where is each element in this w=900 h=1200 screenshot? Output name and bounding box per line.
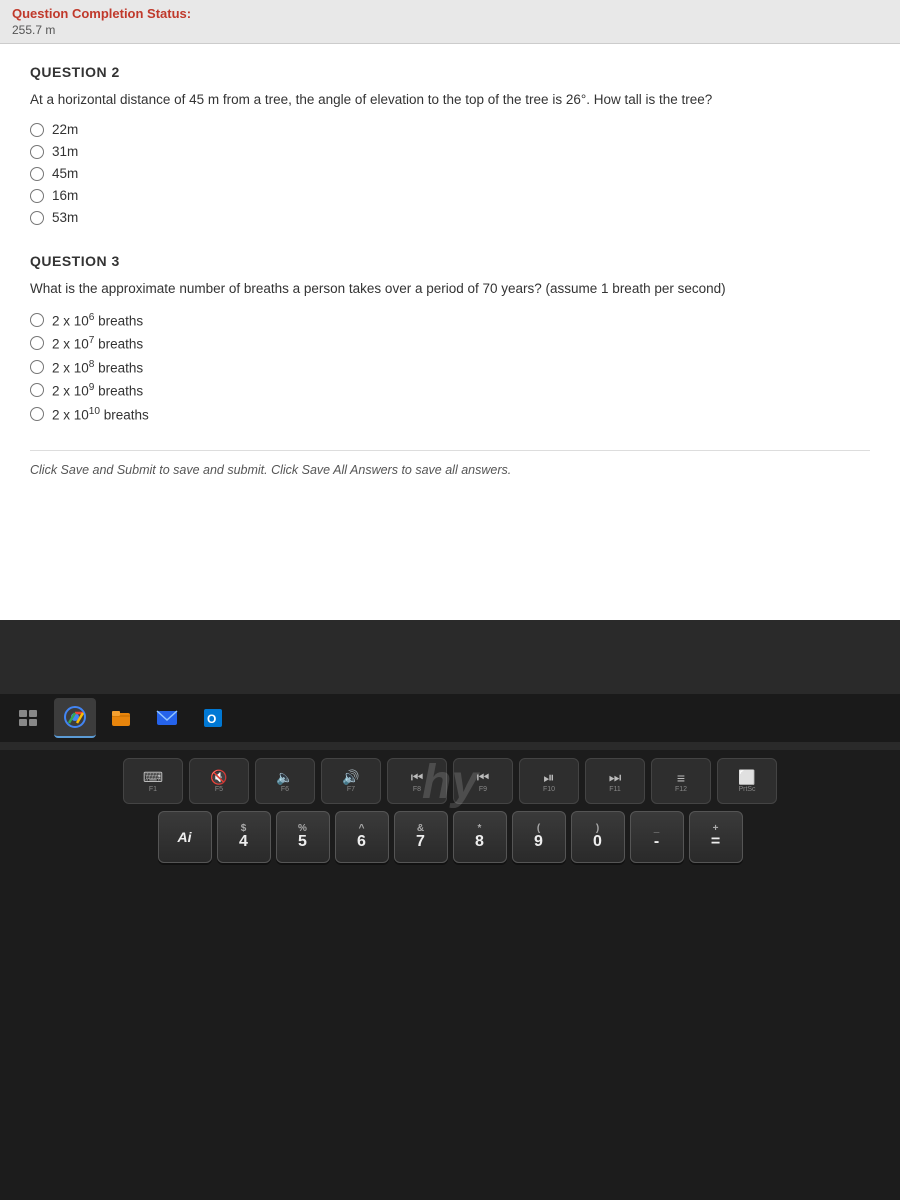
q3-radio-5[interactable] [30,407,44,421]
q2-label-2: 31m [52,144,78,159]
q3-radio-2[interactable] [30,336,44,350]
fn-key-row: ⌨ F1 🔇 F5 🔈 F6 🔊 F7 ⏮ F8 ⏮ F9 ⏯ F10 ⏭ [0,750,900,808]
taskbar: O [0,694,900,742]
fn-key-prtsc[interactable]: ⬜ PrtSc [717,758,777,804]
mute-icon: 🔇 [210,769,227,786]
email-icon [156,707,178,729]
key-8[interactable]: * 8 [453,811,507,863]
q2-label-4: 16m [52,188,78,203]
question-2-text: At a horizontal distance of 45 m from a … [30,90,870,110]
q3-label-4: 2 x 109 breaths [52,382,143,399]
outlook-icon: O [202,707,224,729]
q3-option-2[interactable]: 2 x 107 breaths [30,335,870,352]
file-manager-btn[interactable] [100,698,142,738]
key-4[interactable]: $ 4 [217,811,271,863]
completion-bar: Question Completion Status: 255.7 m [0,0,900,44]
chrome-btn[interactable] [54,698,96,738]
quiz-content: QUESTION 2 At a horizontal distance of 4… [0,44,900,620]
q2-label-5: 53m [52,210,78,225]
q3-radio-4[interactable] [30,383,44,397]
q2-option-5[interactable]: 53m [30,210,870,225]
q3-label-2: 2 x 107 breaths [52,335,143,352]
q3-label-5: 2 x 1010 breaths [52,406,149,423]
q3-radio-1[interactable] [30,313,44,327]
q3-label-3: 2 x 108 breaths [52,359,143,376]
question-3-title: QUESTION 3 [30,253,870,269]
file-manager-icon [110,707,132,729]
q2-radio-2[interactable] [30,145,44,159]
fn-key-f1[interactable]: ⌨ F1 [123,758,183,804]
fn-key-f9[interactable]: ⏮ F9 [453,758,513,804]
skip-back-icon: ⏮ [411,769,424,786]
completion-value: 255.7 m [12,23,888,37]
q2-label-3: 45m [52,166,78,181]
key-equals[interactable]: + = [689,811,743,863]
fn-key-f8[interactable]: ⏮ F8 [387,758,447,804]
vol-down-icon: 🔈 [276,769,293,786]
q3-label-1: 2 x 106 breaths [52,312,143,329]
outlook-btn[interactable]: O [192,698,234,738]
prev-icon: ⏮ [477,769,490,786]
q2-label-1: 22m [52,122,78,137]
key-0[interactable]: ) 0 [571,811,625,863]
next-icon: ⏭ [609,769,622,786]
fn-key-f5[interactable]: 🔇 F5 [189,758,249,804]
q2-radio-5[interactable] [30,211,44,225]
quiz-area: Question Completion Status: 255.7 m QUES… [0,0,900,620]
question-3-block: QUESTION 3 What is the approximate numbe… [30,253,870,422]
completion-label: Question Completion Status: [12,6,191,21]
ai-label: Ai [178,829,192,845]
key-minus[interactable]: _ - [630,811,684,863]
question-2-block: QUESTION 2 At a horizontal distance of 4… [30,64,870,225]
key-7[interactable]: & 7 [394,811,448,863]
key-6[interactable]: ^ 6 [335,811,389,863]
fn-key-f10[interactable]: ⏯ F10 [519,758,579,804]
q3-radio-3[interactable] [30,360,44,374]
question-2-options: 22m 31m 45m 16m 53m [30,122,870,225]
fn-key-f6[interactable]: 🔈 F6 [255,758,315,804]
q2-option-1[interactable]: 22m [30,122,870,137]
email-btn[interactable] [146,698,188,738]
svg-text:O: O [207,712,216,726]
question-3-text: What is the approximate number of breath… [30,279,870,299]
number-key-row: Ai $ 4 % 5 ^ 6 & 7 * 8 ( 9 ) 0 [0,808,900,866]
vol-up-icon: 🔊 [342,769,359,786]
key-9[interactable]: ( 9 [512,811,566,863]
virtual-desktop-icon [18,707,40,729]
keyboard-area: ⌨ F1 🔇 F5 🔈 F6 🔊 F7 ⏮ F8 ⏮ F9 ⏯ F10 ⏭ [0,750,900,1200]
key-ai[interactable]: Ai [158,811,212,863]
submit-note: Click Save and Submit to save and submit… [30,450,870,477]
question-2-title: QUESTION 2 [30,64,870,80]
q2-radio-3[interactable] [30,167,44,181]
q3-option-4[interactable]: 2 x 109 breaths [30,382,870,399]
prtsc-icon: ⬜ [738,769,755,786]
play-pause-icon: ⏯ [543,769,554,786]
q2-option-2[interactable]: 31m [30,144,870,159]
key-5[interactable]: % 5 [276,811,330,863]
q2-radio-1[interactable] [30,123,44,137]
menu-icon: ≡ [677,770,685,786]
keyboard-icon: ⌨ [143,769,163,786]
fn-key-f11[interactable]: ⏭ F11 [585,758,645,804]
q2-radio-4[interactable] [30,189,44,203]
q2-option-3[interactable]: 45m [30,166,870,181]
virtual-desktop-btn[interactable] [8,698,50,738]
chrome-icon [63,705,87,729]
q2-option-4[interactable]: 16m [30,188,870,203]
fn-key-f12[interactable]: ≡ F12 [651,758,711,804]
q3-option-1[interactable]: 2 x 106 breaths [30,312,870,329]
fn-key-f7[interactable]: 🔊 F7 [321,758,381,804]
q3-option-5[interactable]: 2 x 1010 breaths [30,406,870,423]
q3-option-3[interactable]: 2 x 108 breaths [30,359,870,376]
question-3-options: 2 x 106 breaths 2 x 107 breaths 2 x 108 … [30,312,870,423]
